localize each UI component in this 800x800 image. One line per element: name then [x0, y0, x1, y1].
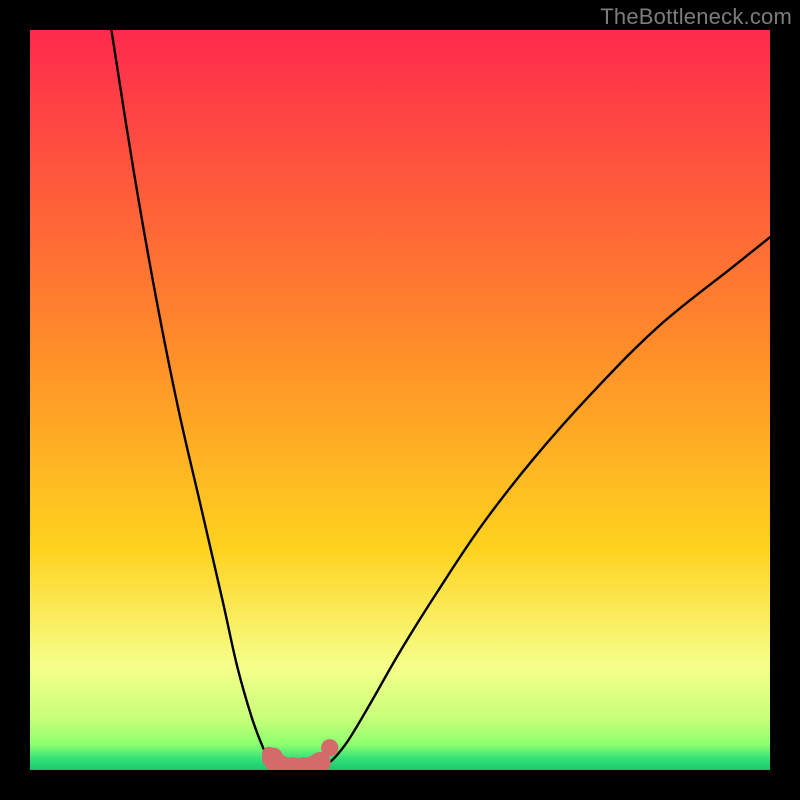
watermark-text: TheBottleneck.com: [600, 4, 792, 30]
chart-svg: [30, 30, 770, 770]
frame: TheBottleneck.com: [0, 0, 800, 800]
gradient-bg: [30, 30, 770, 770]
marker-7: [321, 739, 338, 756]
plot-area: [30, 30, 770, 770]
